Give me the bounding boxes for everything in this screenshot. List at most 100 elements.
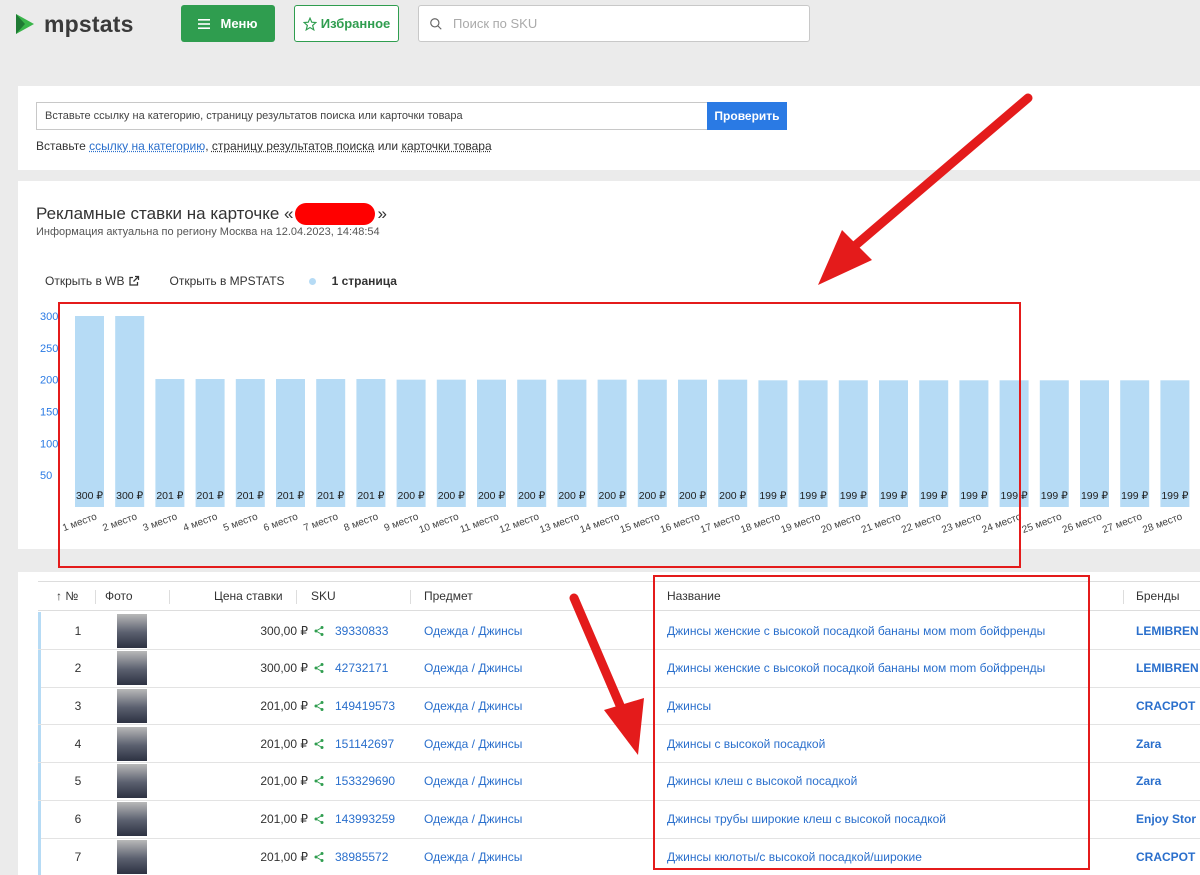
product-photo[interactable] [116,725,148,762]
table-row[interactable]: 5 201,00 ₽ 153329690 Одежда / Джинсы Джинсы … [38,762,1200,801]
product-name-link[interactable]: Джинсы с высокой посадкой [667,725,1107,762]
sku-search-input[interactable] [453,16,773,31]
subject-link[interactable]: Одежда / Джинсы [424,687,644,724]
share-icon[interactable] [313,813,325,825]
chart-bar[interactable] [276,379,305,507]
chart-bar[interactable] [115,316,145,507]
product-name-link[interactable]: Джинсы трубы широкие клеш с высокой поса… [667,801,1107,838]
chart-bar[interactable] [195,379,225,507]
product-thumbnail[interactable] [117,839,147,874]
chart-bar[interactable] [517,379,547,507]
brand-link[interactable]: Enjoy Stor [1136,801,1200,838]
sku-link[interactable]: 151142697 [335,737,394,751]
product-photo[interactable] [116,801,148,838]
sku-link[interactable]: 42732171 [335,661,388,675]
sku-link[interactable]: 39330833 [335,624,388,638]
share-icon[interactable] [313,851,325,863]
brand-link[interactable]: LEMIBREN [1136,650,1200,687]
chart-bar[interactable] [838,380,868,507]
subject-link[interactable]: Одежда / Джинсы [424,763,644,800]
product-name-link[interactable]: Джинсы клеш с высокой посадкой [667,763,1107,800]
chart-bar[interactable] [879,380,908,507]
chart-bar[interactable] [637,379,667,507]
chart-bar[interactable] [999,380,1029,507]
product-photo[interactable] [116,838,148,875]
chart-bar[interactable] [75,316,104,507]
product-name-link[interactable]: Джинсы [667,687,1107,724]
table-row[interactable]: 3 201,00 ₽ 149419573 Одежда / Джинсы Джинсы C… [38,687,1200,726]
product-thumbnail[interactable] [117,726,147,761]
col-name-header[interactable]: Название [667,582,721,610]
product-thumbnail[interactable] [117,651,147,686]
col-num-header[interactable]: ↑ № [56,582,78,610]
table-row[interactable]: 4 201,00 ₽ 151142697 Одежда / Джинсы Джинсы … [38,725,1200,764]
menu-button[interactable]: Меню [181,5,275,42]
brand-link[interactable]: LEMIBREN [1136,612,1200,649]
product-photo[interactable] [116,650,148,687]
hint-link-search[interactable]: страницу результатов поиска [212,139,374,153]
product-photo[interactable] [116,612,148,649]
chart-bar[interactable] [798,380,828,507]
col-subject-header[interactable]: Предмет [424,582,473,610]
col-price-header[interactable]: Цена ставки [214,582,283,610]
hint-link-category[interactable]: ссылку на категорию [89,139,205,153]
subject-link[interactable]: Одежда / Джинсы [424,650,644,687]
chart-bar[interactable] [1120,380,1150,507]
col-photo-header[interactable]: Фото [105,582,133,610]
open-mpstats-link[interactable]: Открыть в MPSTATS [170,274,285,288]
chart-bar[interactable] [396,379,426,507]
sku-search[interactable] [418,5,810,42]
subject-link[interactable]: Одежда / Джинсы [424,838,644,875]
url-input[interactable] [36,102,707,130]
product-name-link[interactable]: Джинсы женские с высокой посадкой бананы… [667,612,1107,649]
product-photo[interactable] [116,763,148,800]
chart-bar[interactable] [356,379,386,507]
product-name-link[interactable]: Джинсы женские с высокой посадкой бананы… [667,650,1107,687]
chart-bar[interactable] [316,379,346,507]
logo[interactable]: mpstats [14,10,134,38]
product-thumbnail[interactable] [117,613,147,648]
sku-link[interactable]: 149419573 [335,699,395,713]
share-icon[interactable] [313,700,325,712]
product-thumbnail[interactable] [117,802,147,836]
brand-link[interactable]: Zara [1136,763,1200,800]
legend-label[interactable]: 1 страница [332,274,397,288]
brand-link[interactable]: Zara [1136,725,1200,762]
product-thumbnail[interactable] [117,764,147,799]
chart-bar[interactable] [235,379,265,507]
table-row[interactable]: 2 300,00 ₽ 42732171 Одежда / Джинсы Джинсы ж… [38,649,1200,688]
chart-bar[interactable] [1039,380,1069,507]
chart-bar[interactable] [1080,380,1109,507]
share-icon[interactable] [313,625,325,637]
brand-link[interactable]: CRACPOT [1136,687,1200,724]
share-icon[interactable] [313,738,325,750]
chart-bar[interactable] [155,379,185,507]
share-icon[interactable] [313,662,325,674]
chart-bar[interactable] [1160,380,1190,507]
open-wb-link[interactable]: Открыть в WB [45,274,140,288]
chart-bar[interactable] [597,379,627,507]
sku-link[interactable]: 143993259 [335,812,395,826]
subject-link[interactable]: Одежда / Джинсы [424,725,644,762]
product-name-link[interactable]: Джинсы кюлоты/с высокой посадкой/широкие [667,838,1107,875]
table-row[interactable]: 1 300,00 ₽ 39330833 Одежда / Джинсы Джинсы ж… [38,612,1200,650]
share-icon[interactable] [313,775,325,787]
chart-bar[interactable] [557,379,587,507]
check-button[interactable]: Проверить [707,102,787,130]
sku-link[interactable]: 38985572 [335,850,388,864]
chart-bar[interactable] [718,379,748,507]
chart-bar[interactable] [678,379,707,507]
chart-bar[interactable] [758,380,788,507]
brand-link[interactable]: CRACPOT [1136,838,1200,875]
col-brand-header[interactable]: Бренды [1136,582,1179,610]
table-row[interactable]: 7 201,00 ₽ 38985572 Одежда / Джинсы Джинсы к… [38,838,1200,875]
chart-bar[interactable] [477,379,506,507]
chart-bar[interactable] [919,380,949,507]
hint-link-card[interactable]: карточки товара [401,139,491,153]
sku-link[interactable]: 153329690 [335,774,395,788]
subject-link[interactable]: Одежда / Джинсы [424,612,644,649]
chart-bar[interactable] [959,380,989,507]
favorites-button[interactable]: Избранное [294,5,399,42]
product-photo[interactable] [116,687,148,724]
col-sku-header[interactable]: SKU [311,582,336,610]
